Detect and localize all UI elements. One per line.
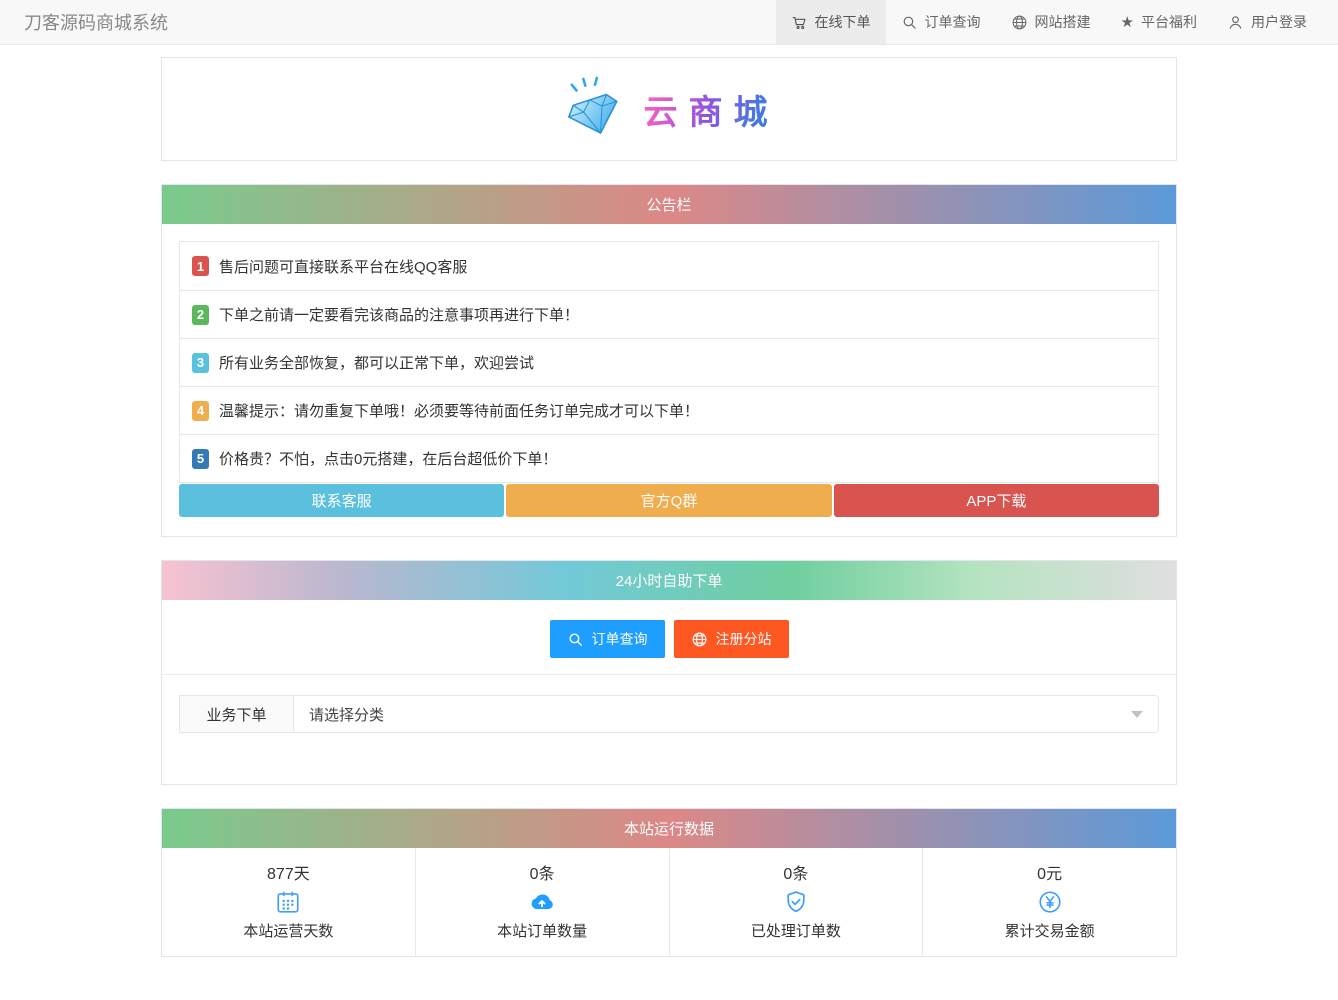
notice-panel: 公告栏 1 售后问题可直接联系平台在线QQ客服 2 下单之前请一定要看完该商品的… (161, 184, 1177, 537)
main-nav: 在线下单 订单查询 网站搭建 ★ 平台福利 用户登录 (775, 0, 1322, 44)
notice-item: 4 温馨提示：请勿重复下单哦！必须要等待前面任务订单完成才可以下单！ (180, 386, 1158, 434)
notice-item: 2 下单之前请一定要看完该商品的注意事项再进行下单！ (180, 290, 1158, 338)
stat-value: 877天 (267, 866, 310, 883)
notice-text: 售后问题可直接联系平台在线QQ客服 (219, 258, 468, 276)
app-download-button[interactable]: APP下载 (833, 484, 1159, 517)
business-order-label: 业务下单 (179, 695, 294, 733)
nav-item-site-build[interactable]: 网站搭建 (996, 0, 1106, 44)
nav-item-label: 用户登录 (1251, 14, 1307, 30)
site-title: 刀客源码商城系统 (24, 13, 168, 33)
notice-buttons: 联系客服 官方Q群 APP下载 (179, 484, 1159, 517)
category-select-placeholder: 请选择分类 (309, 706, 385, 724)
cloud-upload-icon (529, 889, 555, 915)
self-order-actions: 订单查询 注册分站 (162, 600, 1176, 675)
shield-check-icon (783, 889, 809, 915)
business-order-form: 业务下单 请选择分类 (162, 675, 1176, 784)
contact-support-button[interactable]: 联系客服 (179, 484, 505, 517)
register-substation-label: 注册分站 (715, 631, 772, 647)
search-icon (901, 14, 918, 31)
stat-order-count: 0条 本站订单数量 (414, 848, 669, 956)
nav-item-label: 订单查询 (924, 14, 981, 30)
nav-item-label: 在线下单 (814, 14, 871, 30)
logo-text: 云商城 (644, 85, 779, 134)
search-icon (567, 631, 584, 648)
globe-icon (1011, 14, 1028, 31)
stats-header: 本站运行数据 (162, 809, 1176, 848)
register-substation-button[interactable]: 注册分站 (673, 620, 789, 658)
stat-value: 0条 (529, 866, 555, 883)
notice-item: 5 价格贵？不怕，点击0元搭建，在后台超低价下单！ (180, 434, 1158, 482)
notice-header: 公告栏 (162, 185, 1176, 224)
stats-panel: 本站运行数据 877天 本站运营天数 0条 本站订单数量 0条 已处理订单数 0… (161, 808, 1177, 957)
calendar-icon (275, 889, 301, 915)
stat-value: 0条 (783, 866, 809, 883)
nav-item-label: 平台福利 (1141, 14, 1197, 30)
globe-icon (691, 631, 708, 648)
nav-item-platform-benefits[interactable]: ★ 平台福利 (1106, 0, 1212, 44)
nav-item-order-query[interactable]: 订单查询 (886, 0, 996, 44)
notice-item: 1 售后问题可直接联系平台在线QQ客服 (180, 242, 1158, 290)
logo-panel: 云商城 (161, 57, 1177, 161)
notice-number-badge: 5 (192, 448, 209, 469)
notice-number-badge: 1 (192, 256, 209, 276)
nav-item-online-order[interactable]: 在线下单 (775, 0, 886, 44)
stat-value: 0元 (1037, 866, 1063, 883)
order-query-label: 订单查询 (591, 631, 648, 647)
stat-label: 本站运营天数 (243, 923, 334, 940)
notice-item: 3 所有业务全部恢复，都可以正常下单，欢迎尝试 (180, 338, 1158, 386)
cart-icon (791, 14, 808, 31)
stat-total-transactions: 0元 累计交易金额 (922, 848, 1176, 956)
stats-row: 877天 本站运营天数 0条 本站订单数量 0条 已处理订单数 0元 累计交易金… (162, 848, 1176, 956)
page-bottom-spacer (161, 957, 1177, 1000)
stat-operating-days: 877天 本站运营天数 (162, 848, 415, 956)
self-order-header: 24小时自助下单 (162, 561, 1176, 600)
yen-circle-icon (1037, 889, 1063, 915)
star-icon: ★ (1120, 13, 1134, 31)
notice-number-badge: 3 (192, 352, 209, 373)
diamond-icon (560, 76, 628, 143)
order-query-button[interactable]: 订单查询 (549, 620, 665, 658)
notice-number-badge: 4 (192, 400, 209, 421)
user-icon (1227, 14, 1244, 31)
nav-item-user-login[interactable]: 用户登录 (1212, 0, 1322, 44)
nav-item-label: 网站搭建 (1034, 14, 1091, 30)
stat-label: 累计交易金额 (1004, 923, 1095, 940)
notice-text: 价格贵？不怕，点击0元搭建，在后台超低价下单！ (219, 451, 558, 468)
notice-text: 温馨提示：请勿重复下单哦！必须要等待前面任务订单完成才可以下单！ (219, 403, 700, 420)
stat-label: 已处理订单数 (750, 923, 841, 940)
official-qq-group-button[interactable]: 官方Q群 (506, 484, 832, 517)
navbar: 刀客源码商城系统 在线下单 订单查询 网站搭建 ★ 平台福利 用户登录 (0, 0, 1338, 45)
category-select[interactable]: 请选择分类 (293, 695, 1159, 733)
stat-processed-orders: 0条 已处理订单数 (668, 848, 923, 956)
notice-text: 所有业务全部恢复，都可以正常下单，欢迎尝试 (219, 355, 535, 372)
notice-number-badge: 2 (192, 304, 209, 325)
chevron-down-icon (1131, 711, 1143, 718)
notice-text: 下单之前请一定要看完该商品的注意事项再进行下单！ (219, 307, 580, 324)
self-order-panel: 24小时自助下单 订单查询 注册分站 业务下单 请选择分类 (161, 560, 1177, 785)
notice-list: 1 售后问题可直接联系平台在线QQ客服 2 下单之前请一定要看完该商品的注意事项… (179, 241, 1159, 483)
stat-label: 本站订单数量 (497, 923, 588, 940)
